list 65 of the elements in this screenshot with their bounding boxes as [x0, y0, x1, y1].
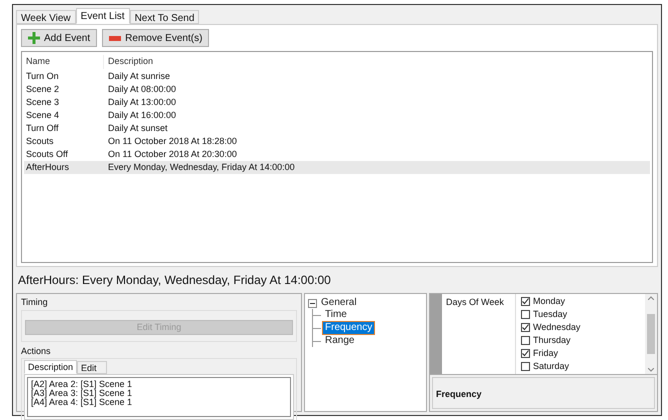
checkbox[interactable] [521, 310, 530, 319]
column-header[interactable]: Name [24, 55, 104, 69]
check-icon [522, 298, 529, 305]
event-row[interactable]: Scene 2 Daily At 08:00:00 [24, 83, 650, 96]
table-cell-text: Daily At sunset [107, 122, 168, 135]
checkbox[interactable] [521, 362, 530, 371]
check-icon [522, 324, 529, 331]
action-line: [A4] Area 4: [S1] Scene 1 [31, 398, 134, 407]
table-cell-text: Turn On [25, 70, 60, 83]
checkbox-label: Monday [533, 294, 566, 308]
tab[interactable]: Event List [76, 8, 130, 24]
checkbox-label: Friday [533, 346, 558, 360]
tree-item[interactable]: General [319, 297, 359, 309]
table-cell-text: AfterHours [25, 160, 70, 174]
table-cell-text: Daily At 08:00:00 [107, 82, 176, 96]
action-line: [A3] Area 3: [S1] Scene 1 [31, 389, 134, 398]
checkbox[interactable] [521, 336, 530, 345]
table-cell-text: Scene 2 [25, 82, 60, 96]
column-header[interactable]: Description [104, 55, 154, 69]
check-icon [522, 350, 529, 357]
table-cell-text: Daily At sunrise [107, 70, 170, 83]
checkbox-label: Wednesday [533, 320, 580, 334]
table-cell-text: Scouts Off [25, 148, 69, 161]
tree-item[interactable]: Time [323, 309, 349, 321]
collapse-icon[interactable] [308, 298, 317, 308]
tab[interactable]: Edit [77, 361, 108, 374]
table-cell-text: Scene 4 [25, 108, 60, 122]
remove-event-button[interactable]: Remove Event(s) [102, 29, 210, 47]
group-title: Actions [21, 344, 52, 358]
help-title: Frequency [436, 389, 482, 399]
plus-icon [28, 32, 40, 44]
tab[interactable]: Next To Send [130, 10, 200, 24]
table-cell-text: Daily At 16:00:00 [107, 108, 176, 122]
minus-icon [109, 36, 122, 40]
event-row[interactable]: Scene 3 Daily At 13:00:00 [24, 96, 650, 109]
add-event-button[interactable]: Add Event [21, 29, 98, 47]
action-line: [A2] Area 2: [S1] Scene 1 [31, 380, 134, 389]
table-cell-text: Scouts [25, 134, 55, 148]
event-row[interactable]: Scouts Off On 11 October 2018 At 20:30:00 [24, 148, 650, 161]
event-row[interactable]: Turn On Daily At sunrise [24, 70, 650, 83]
checkbox[interactable] [521, 349, 530, 358]
tree-item[interactable]: Range [323, 335, 356, 347]
event-row[interactable]: Scouts On 11 October 2018 At 18:28:00 [24, 135, 650, 148]
checkbox[interactable] [521, 297, 530, 306]
tab[interactable]: Week View [16, 10, 76, 24]
event-row[interactable]: Scene 4 Daily At 16:00:00 [24, 109, 650, 122]
table-cell-text: Turn Off [25, 122, 60, 135]
table-cell-text: On 11 October 2018 At 18:28:00 [107, 134, 237, 148]
checkbox-label: Tuesday [533, 308, 568, 321]
scrollbar-thumb[interactable] [647, 314, 655, 354]
property-label: Days Of Week [442, 294, 516, 374]
tree-item[interactable]: Frequency [323, 322, 374, 334]
summary-text: AfterHours: Every Monday, Wednesday, Friday At 14:00:00 [17, 272, 332, 288]
checkbox-label: Thursday [533, 334, 571, 347]
checkbox-label: Saturday [533, 360, 570, 373]
tab[interactable]: Description [24, 360, 78, 374]
table-cell-text: Daily At 13:00:00 [107, 96, 176, 109]
scrollbar[interactable] [645, 294, 657, 374]
event-row[interactable]: AfterHours Every Monday, Wednesday, Friday At 14:00:00 [24, 161, 650, 174]
event-row[interactable]: Turn Off Daily At sunset [24, 122, 650, 135]
table-cell-text: On 11 October 2018 At 20:30:00 [107, 148, 237, 161]
group-title: Timing [21, 296, 49, 309]
checkbox[interactable] [521, 323, 530, 332]
table-cell-text: Every Monday, Wednesday, Friday At 14:00:00 [107, 160, 295, 174]
table-cell-text: Scene 3 [25, 96, 60, 109]
